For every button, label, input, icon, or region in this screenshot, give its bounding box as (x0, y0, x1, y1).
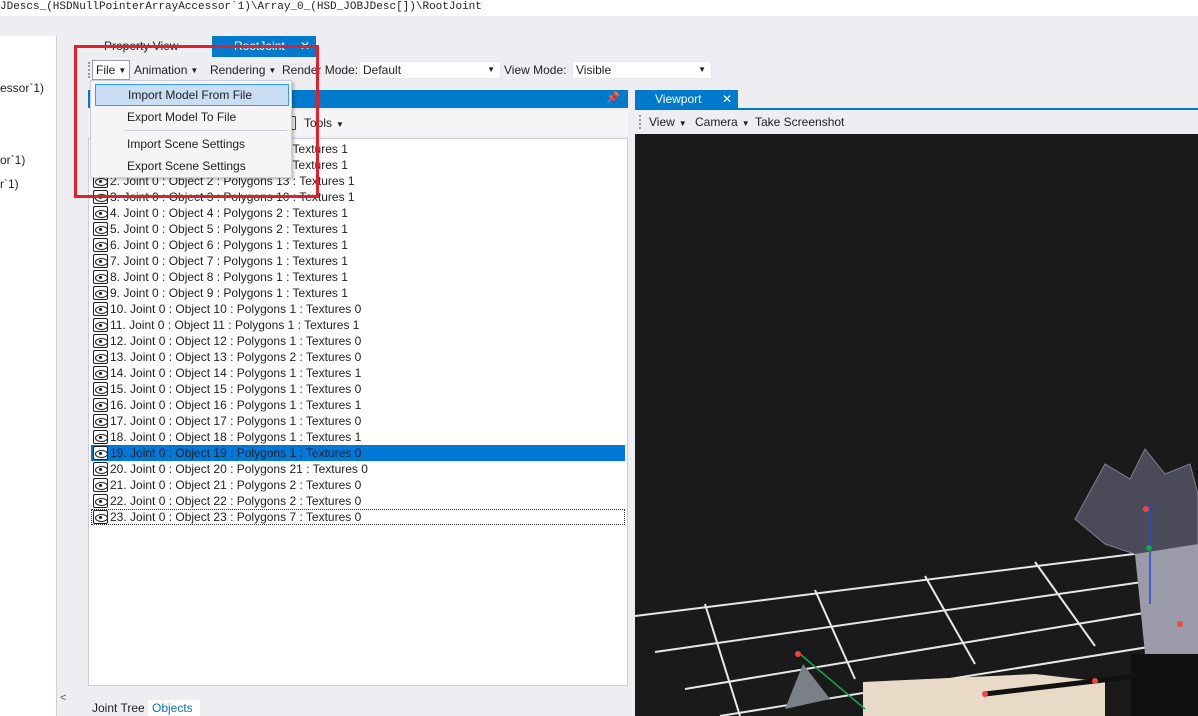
tree-item-fragment[interactable]: r`1) (0, 177, 19, 191)
list-item[interactable]: 7. Joint 0 : Object 7 : Polygons 1 : Tex… (91, 253, 625, 269)
visibility-eye-icon[interactable] (93, 494, 108, 508)
take-screenshot-button[interactable]: Take Screenshot (755, 115, 844, 129)
list-item-label: 18. Joint 0 : Object 18 : Polygons 1 : T… (110, 430, 362, 444)
list-item-label: 14. Joint 0 : Object 14 : Polygons 1 : T… (110, 366, 362, 380)
chevron-down-icon: ▼ (741, 119, 750, 128)
view-menu-button[interactable]: View ▼ (649, 115, 687, 129)
viewport-canvas[interactable] (635, 134, 1198, 716)
list-item-label: 21. Joint 0 : Object 21 : Polygons 2 : T… (110, 478, 362, 492)
render-mode-value: Default (363, 63, 402, 77)
list-item[interactable]: 11. Joint 0 : Object 11 : Polygons 1 : T… (91, 317, 625, 333)
list-item-label: 15. Joint 0 : Object 15 : Polygons 1 : T… (110, 382, 362, 396)
visibility-eye-icon[interactable] (93, 206, 108, 220)
visibility-eye-icon[interactable] (93, 510, 108, 524)
list-item-label: 10. Joint 0 : Object 10 : Polygons 1 : T… (110, 302, 362, 316)
visibility-eye-icon[interactable] (93, 238, 108, 252)
list-item-label: 5. Joint 0 : Object 5 : Polygons 2 : Tex… (110, 222, 348, 236)
list-item-label: 11. Joint 0 : Object 11 : Polygons 1 : T… (110, 318, 360, 332)
highlight-annotation-box (74, 45, 319, 198)
tab-label: Viewport (655, 92, 702, 106)
objects-list[interactable]: 0. Joint 0 : Object 0 : Polygons 1 : Tex… (88, 138, 628, 686)
list-item-label: 20. Joint 0 : Object 20 : Polygons 21 : … (110, 462, 368, 476)
camera-menu-button[interactable]: Camera ▼ (695, 115, 750, 129)
viewport-toolbar: View ▼ Camera ▼ Take Screenshot (635, 110, 1198, 134)
list-item-label: 16. Joint 0 : Object 16 : Polygons 1 : T… (110, 398, 362, 412)
list-item[interactable]: 21. Joint 0 : Object 21 : Polygons 2 : T… (91, 477, 625, 493)
list-item-label: 8. Joint 0 : Object 8 : Polygons 1 : Tex… (110, 270, 348, 284)
list-item[interactable]: 9. Joint 0 : Object 9 : Polygons 1 : Tex… (91, 285, 625, 301)
visibility-eye-icon[interactable] (93, 430, 108, 444)
list-item[interactable]: 19. Joint 0 : Object 19 : Polygons 1 : T… (91, 445, 625, 461)
camera-label: Camera (695, 115, 738, 129)
chevron-down-icon: ▼ (487, 65, 495, 74)
viewport-scene (635, 448, 1198, 716)
list-item-label: 12. Joint 0 : Object 12 : Polygons 1 : T… (110, 334, 362, 348)
list-item[interactable]: 14. Joint 0 : Object 14 : Polygons 1 : T… (91, 365, 625, 381)
list-item[interactable]: 15. Joint 0 : Object 15 : Polygons 1 : T… (91, 381, 625, 397)
tree-item-fragment[interactable]: or`1) (0, 153, 25, 167)
view-mode-label: View Mode: (504, 63, 567, 77)
list-item[interactable]: 4. Joint 0 : Object 4 : Polygons 2 : Tex… (91, 205, 625, 221)
list-item-label: 13. Joint 0 : Object 13 : Polygons 2 : T… (110, 350, 362, 364)
visibility-eye-icon[interactable] (93, 222, 108, 236)
list-item[interactable]: 13. Joint 0 : Object 13 : Polygons 2 : T… (91, 349, 625, 365)
list-item[interactable]: 6. Joint 0 : Object 6 : Polygons 1 : Tex… (91, 237, 625, 253)
chevron-down-icon: ▼ (336, 120, 344, 129)
chevron-down-icon: ▼ (678, 119, 687, 128)
list-item[interactable]: 16. Joint 0 : Object 16 : Polygons 1 : T… (91, 397, 625, 413)
collapse-panel-icon[interactable]: < (60, 692, 66, 704)
list-item[interactable]: 17. Joint 0 : Object 17 : Polygons 1 : T… (91, 413, 625, 429)
list-item-label: 17. Joint 0 : Object 17 : Polygons 1 : T… (110, 414, 362, 428)
chevron-down-icon: ▼ (698, 65, 706, 74)
list-item[interactable]: 12. Joint 0 : Object 12 : Polygons 1 : T… (91, 333, 625, 349)
list-item-label: 22. Joint 0 : Object 22 : Polygons 2 : T… (110, 494, 362, 508)
tree-item-fragment[interactable]: essor`1) (0, 81, 44, 95)
visibility-eye-icon[interactable] (93, 414, 108, 428)
tab-joint-tree[interactable]: Joint Tree (88, 700, 148, 716)
visibility-eye-icon[interactable] (93, 286, 108, 300)
visibility-eye-icon[interactable] (93, 350, 108, 364)
close-icon[interactable]: ✕ (722, 90, 732, 108)
visibility-eye-icon[interactable] (93, 318, 108, 332)
visibility-eye-icon[interactable] (93, 462, 108, 476)
path-bar: JDescs_(HSDNullPointerArrayAccessor`1)\A… (0, 0, 1198, 16)
visibility-eye-icon[interactable] (93, 254, 108, 268)
list-item-label: 7. Joint 0 : Object 7 : Polygons 1 : Tex… (110, 254, 348, 268)
list-item[interactable]: 22. Joint 0 : Object 22 : Polygons 2 : T… (91, 493, 625, 509)
list-item-label: 23. Joint 0 : Object 23 : Polygons 7 : T… (110, 510, 362, 524)
tab-objects[interactable]: Objects (148, 700, 200, 716)
list-item[interactable]: 8. Joint 0 : Object 8 : Polygons 1 : Tex… (91, 269, 625, 285)
list-item[interactable]: 10. Joint 0 : Object 10 : Polygons 1 : T… (91, 301, 625, 317)
visibility-eye-icon[interactable] (93, 366, 108, 380)
visibility-eye-icon[interactable] (93, 478, 108, 492)
toolbar-grip[interactable] (639, 115, 641, 129)
list-item-label: 9. Joint 0 : Object 9 : Polygons 1 : Tex… (110, 286, 348, 300)
pin-icon[interactable]: 📌 (606, 91, 620, 104)
view-mode-select[interactable]: Visible ▼ (572, 61, 712, 79)
view-mode-value: Visible (576, 63, 612, 77)
view-label: View (649, 115, 675, 129)
visibility-eye-icon[interactable] (93, 398, 108, 412)
left-tree-panel: essor`1) or`1) r`1) (0, 36, 57, 716)
list-item-label: 4. Joint 0 : Object 4 : Polygons 2 : Tex… (110, 206, 348, 220)
path-text: JDescs_(HSDNullPointerArrayAccessor`1)\A… (0, 1, 482, 13)
list-item-label: 19. Joint 0 : Object 19 : Polygons 1 : T… (110, 446, 362, 460)
tab-viewport[interactable]: Viewport ✕ (635, 90, 738, 108)
list-item[interactable]: 20. Joint 0 : Object 20 : Polygons 21 : … (91, 461, 625, 477)
visibility-eye-icon[interactable] (93, 382, 108, 396)
visibility-eye-icon[interactable] (93, 334, 108, 348)
render-mode-select[interactable]: Default ▼ (359, 61, 501, 79)
list-item[interactable]: 23. Joint 0 : Object 23 : Polygons 7 : T… (91, 509, 625, 525)
list-item[interactable]: 5. Joint 0 : Object 5 : Polygons 2 : Tex… (91, 221, 625, 237)
list-item[interactable]: 18. Joint 0 : Object 18 : Polygons 1 : T… (91, 429, 625, 445)
visibility-eye-icon[interactable] (93, 270, 108, 284)
visibility-eye-icon[interactable] (93, 302, 108, 316)
list-item-label: 6. Joint 0 : Object 6 : Polygons 1 : Tex… (110, 238, 348, 252)
visibility-eye-icon[interactable] (93, 446, 108, 460)
